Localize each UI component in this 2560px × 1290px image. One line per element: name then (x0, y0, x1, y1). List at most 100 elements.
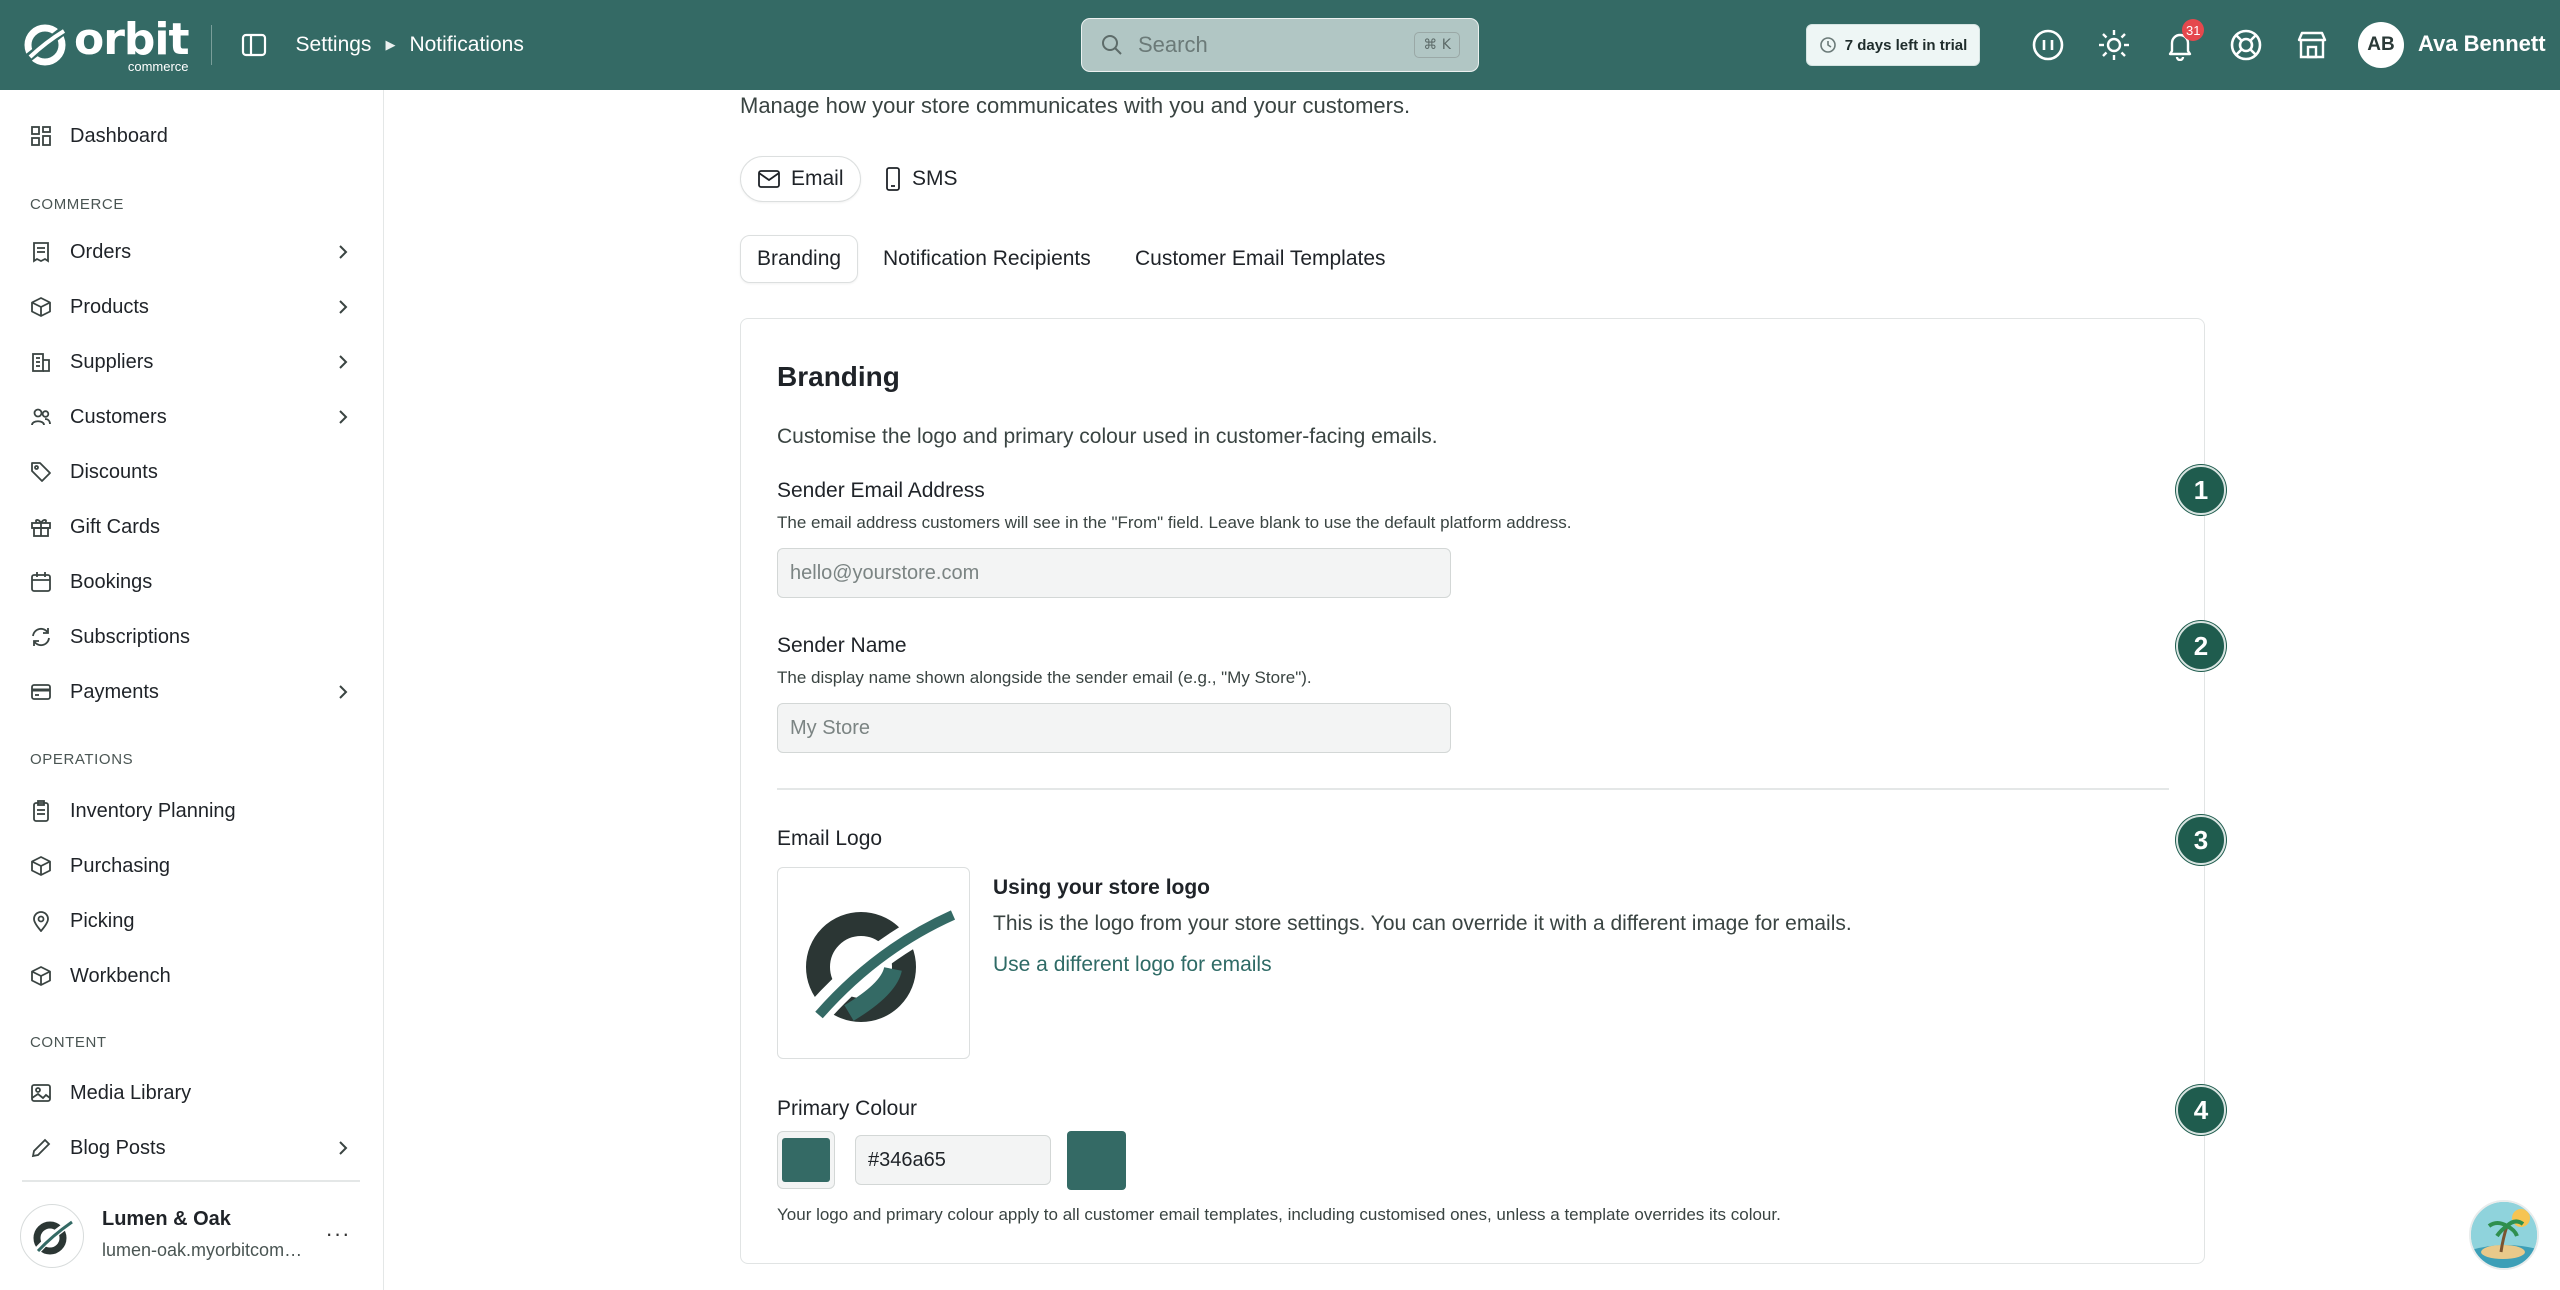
assistant-chat-button[interactable] (2469, 1200, 2539, 1270)
tab-email-label: Email (791, 167, 844, 190)
sidebar-item-label: Discounts (70, 460, 158, 483)
step-marker-3: 3 (2176, 815, 2226, 865)
sidebar: Dashboard COMMERCE Orders Products Suppl… (0, 90, 384, 1290)
breadcrumb-settings[interactable]: Settings (296, 33, 372, 57)
sidebar-item-purchasing[interactable]: Purchasing (0, 841, 384, 891)
box-icon (28, 853, 54, 879)
page-subtitle: Manage how your store communicates with … (740, 93, 1411, 118)
bell-icon[interactable]: 31 (2160, 19, 2205, 65)
credit-card-icon (28, 679, 54, 705)
gift-icon (28, 514, 54, 540)
sidebar-item-bookings[interactable]: Bookings (0, 557, 384, 607)
chevron-right-icon (333, 242, 353, 262)
step-marker-1: 1 (2176, 465, 2226, 515)
phone-icon (886, 167, 900, 191)
pen-icon (28, 1135, 54, 1161)
sidebar-item-workbench[interactable]: Workbench (0, 951, 384, 1001)
trial-label: 7 days left in trial (1844, 36, 1968, 54)
sender-name-help: The display name shown alongside the sen… (777, 668, 1312, 687)
section-commerce: COMMERCE (30, 196, 124, 213)
store-menu-button[interactable]: ··· (322, 1218, 354, 1250)
primary-colour-hex-input[interactable] (855, 1135, 1051, 1185)
sidebar-item-label: Bookings (70, 570, 153, 593)
sidebar-item-picking[interactable]: Picking (0, 896, 384, 946)
sidebar-item-subscriptions[interactable]: Subscriptions (0, 612, 384, 662)
sender-name-field[interactable] (777, 703, 1451, 753)
tab-customer-email-templates[interactable]: Customer Email Templates (1119, 235, 1402, 283)
card-description: Customise the logo and primary colour us… (777, 425, 1438, 448)
sidebar-item-label: Products (70, 295, 149, 318)
sidebar-item-orders[interactable]: Orders (0, 227, 384, 277)
sidebar-item-label: Blog Posts (70, 1136, 166, 1159)
sidebar-item-label: Workbench (70, 964, 171, 987)
lifebuoy-icon[interactable] (2226, 25, 2266, 65)
step-marker-4: 4 (2176, 1085, 2226, 1135)
user-name[interactable]: Ava Bennett (2418, 31, 2546, 57)
chevron-right-icon (333, 407, 353, 427)
chevron-right-icon (333, 297, 353, 317)
search-input[interactable] (1138, 32, 1388, 58)
orbit-logo-icon (24, 24, 67, 66)
divider (210, 25, 212, 65)
storefront-icon[interactable] (2292, 25, 2332, 65)
help-bubble-icon[interactable] (2028, 25, 2068, 65)
sidebar-item-suppliers[interactable]: Suppliers (0, 337, 384, 387)
email-logo-label: Email Logo (777, 827, 883, 850)
chevron-right-icon (333, 352, 353, 372)
branding-card: Branding Customise the logo and primary … (740, 318, 2205, 1264)
store-logo[interactable] (20, 1204, 84, 1268)
breadcrumb-notifications: Notifications (409, 33, 524, 56)
email-logo-description: This is the logo from your store setting… (993, 912, 1852, 935)
box-icon (28, 294, 54, 320)
box-icon (28, 963, 54, 989)
card-title: Branding (777, 361, 900, 392)
sidebar-item-gift-cards[interactable]: Gift Cards (0, 502, 384, 552)
brand-logo[interactable]: orbit commerce (22, 13, 190, 75)
sidebar-item-label: Media Library (70, 1081, 192, 1104)
divider (22, 1180, 360, 1182)
sidebar-item-label: Payments (70, 680, 159, 703)
clipboard-icon (28, 798, 54, 824)
breadcrumb-arrow-icon: ▶ (385, 37, 396, 52)
sidebar-item-products[interactable]: Products (0, 282, 384, 332)
tab-email[interactable]: Email (740, 156, 861, 202)
sidebar-toggle-icon[interactable] (238, 29, 270, 61)
sun-icon[interactable] (2094, 25, 2134, 65)
step-marker-2: 2 (2176, 621, 2226, 671)
sidebar-item-dashboard[interactable]: Dashboard (0, 111, 384, 161)
colour-picker-swatch[interactable] (777, 1131, 835, 1189)
sidebar-item-discounts[interactable]: Discounts (0, 447, 384, 497)
store-name: Lumen & Oak (102, 1208, 231, 1230)
email-logo-preview[interactable] (777, 867, 970, 1059)
divider (777, 788, 2169, 790)
section-content: CONTENT (30, 1034, 107, 1051)
tab-notification-recipients[interactable]: Notification Recipients (867, 235, 1107, 283)
island-icon (2471, 1202, 2537, 1268)
brand-sub: commerce (127, 58, 189, 74)
sidebar-item-customers[interactable]: Customers (0, 392, 384, 442)
sender-name-label: Sender Name (777, 634, 907, 657)
sidebar-item-label: Customers (70, 405, 167, 428)
users-icon (28, 404, 54, 430)
building-icon (28, 349, 54, 375)
brand-name: orbit (74, 13, 190, 65)
sidebar-item-label: Inventory Planning (70, 799, 236, 822)
sidebar-item-label: Picking (70, 909, 135, 932)
search-shortcut: ⌘ K (1414, 32, 1460, 58)
refresh-icon (28, 624, 54, 650)
tab-sms[interactable]: SMS (868, 156, 974, 202)
sidebar-item-payments[interactable]: Payments (0, 667, 384, 717)
use-different-logo-link[interactable]: Use a different logo for emails (993, 953, 1272, 977)
section-operations: OPERATIONS (30, 751, 134, 768)
chevron-right-icon (333, 682, 353, 702)
sidebar-item-inventory-planning[interactable]: Inventory Planning (0, 786, 384, 836)
sidebar-item-blog-posts[interactable]: Blog Posts (0, 1123, 384, 1173)
sender-email-field[interactable] (777, 548, 1451, 598)
avatar[interactable]: AB (2358, 22, 2404, 68)
tab-branding[interactable]: Branding (740, 235, 859, 283)
sidebar-item-media-library[interactable]: Media Library (0, 1068, 384, 1118)
search-icon (1102, 35, 1122, 55)
email-logo-title: Using your store logo (993, 876, 1211, 899)
search-bar[interactable]: ⌘ K (1081, 18, 1479, 72)
trial-badge[interactable]: 7 days left in trial (1806, 24, 1980, 66)
